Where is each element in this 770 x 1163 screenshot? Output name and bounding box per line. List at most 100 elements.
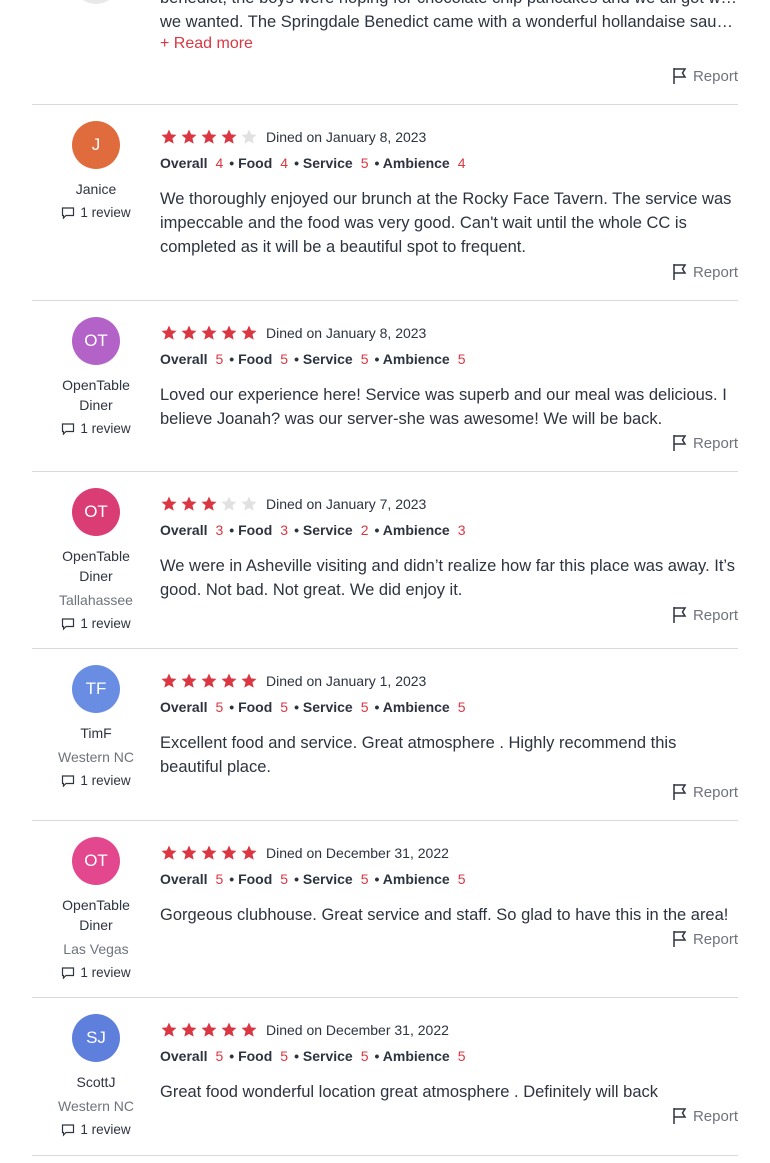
report-button[interactable]: Report — [671, 67, 738, 85]
star-icon — [201, 845, 217, 860]
food-label: Food — [238, 351, 273, 367]
food-label: Food — [238, 522, 273, 538]
review-content: Dined on January 8, 2023 Overall 4 • Food 4 •… — [160, 121, 740, 259]
reviewer-info: J Janice 1 review — [56, 121, 136, 223]
star-rating — [160, 1021, 258, 1039]
report-label: Report — [692, 606, 738, 624]
star-rating — [160, 495, 258, 513]
report-button[interactable]: Report — [671, 263, 738, 281]
review-text: Gorgeous clubhouse. Great service and st… — [160, 906, 729, 924]
star-icon — [221, 845, 237, 860]
flag-icon — [673, 264, 687, 280]
service-value: 5 — [360, 1048, 369, 1064]
comment-icon — [62, 775, 75, 788]
service-label: Service — [302, 1048, 353, 1064]
food-label: Food — [238, 699, 273, 715]
star-icon — [181, 1022, 197, 1037]
overall-label: Overall — [160, 1048, 208, 1064]
stars-row: Dined on January 8, 2023 — [160, 322, 740, 344]
review-text-line: benedict, the boys were hoping for choco… — [160, 0, 738, 10]
star-icon — [201, 1022, 217, 1037]
avatar[interactable]: TF — [72, 665, 120, 713]
review-text: Excellent food and service. Great atmosp… — [160, 734, 677, 776]
divider — [32, 820, 738, 821]
report-button[interactable]: Report — [671, 1107, 738, 1125]
reviewer-name[interactable]: ScottJ — [56, 1072, 136, 1092]
divider — [32, 648, 738, 649]
avatar[interactable]: J — [72, 121, 120, 169]
review-count: 1 review — [56, 614, 136, 634]
reviewer-name[interactable]: OpenTable Diner — [56, 375, 136, 415]
reviewer-name-line: OpenTable — [62, 377, 130, 393]
dined-date: Dined on January 8, 2023 — [266, 129, 427, 145]
star-icon — [161, 673, 177, 688]
report-button[interactable]: Report — [671, 434, 738, 452]
report-button[interactable]: Report — [671, 930, 738, 948]
reviewer-name-line: OpenTable — [62, 548, 130, 564]
overall-label: Overall — [160, 155, 208, 171]
stars-row: Dined on January 8, 2023 — [160, 126, 740, 148]
divider — [32, 300, 738, 301]
read-more-link[interactable]: + Read more — [160, 35, 253, 53]
star-rating — [160, 324, 258, 342]
reviewer-location: Tallahassee — [59, 592, 133, 608]
star-icon — [161, 845, 177, 860]
ambience-value: 5 — [457, 699, 466, 715]
ambience-value: 5 — [457, 351, 466, 367]
divider — [32, 471, 738, 472]
review-content: Dined on January 8, 2023 Overall 5 • Food 5 •… — [160, 317, 740, 431]
food-value: 3 — [280, 522, 289, 538]
reviewer-name[interactable]: OpenTable Diner — [56, 895, 136, 935]
reviewer-location: Western NC — [58, 1098, 134, 1114]
review-count: 1 review — [56, 771, 136, 791]
report-label: Report — [692, 1107, 738, 1125]
star-icon — [221, 325, 237, 340]
rating-breakdown: Overall 5 • Food 5 • Service 5 • Ambience 5 — [160, 699, 466, 715]
review-content: Dined on January 1, 2023 Overall 5 • Food 5 •… — [160, 665, 740, 779]
reviewer-name[interactable]: TimF — [56, 723, 136, 743]
overall-value: 5 — [215, 351, 224, 367]
report-label: Report — [692, 783, 738, 801]
food-label: Food — [238, 871, 273, 887]
comment-icon — [62, 618, 75, 631]
review-count: 1 review — [56, 1120, 136, 1140]
report-button[interactable]: Report — [671, 606, 738, 624]
comment-icon — [62, 207, 75, 220]
reviewer-info: OT OpenTable Diner Las Vegas 1 review — [56, 837, 136, 983]
dined-date: Dined on December 31, 2022 — [266, 1022, 449, 1038]
review-content: Dined on January 7, 2023 Overall 3 • Food 3 •… — [160, 488, 740, 602]
dined-date: Dined on January 1, 2023 — [266, 673, 427, 689]
divider — [32, 997, 738, 998]
reviewer-info: OT OpenTable Diner Tallahassee 1 review — [56, 488, 136, 634]
food-label: Food — [238, 1048, 273, 1064]
service-value: 5 — [360, 699, 369, 715]
reviewer-name-line: TimF — [80, 725, 112, 741]
food-value: 5 — [280, 699, 289, 715]
report-button[interactable]: Report — [671, 783, 738, 801]
flag-icon — [673, 607, 687, 623]
star-icon — [241, 1022, 257, 1037]
avatar[interactable]: SJ — [72, 1014, 120, 1062]
review-count: 1 review — [56, 203, 136, 223]
star-icon — [161, 129, 177, 144]
service-label: Service — [302, 351, 353, 367]
stars-row: Dined on December 31, 2022 — [160, 1019, 740, 1041]
review-count-label: 1 review — [80, 1122, 131, 1137]
flag-icon — [673, 1108, 687, 1124]
reviewer-info: SJ ScottJ Western NC 1 review — [56, 1014, 136, 1140]
food-label: Food — [238, 155, 273, 171]
overall-label: Overall — [160, 351, 208, 367]
reviewer-name[interactable]: Janice — [56, 179, 136, 199]
avatar[interactable]: OT — [72, 837, 120, 885]
dined-date: Dined on December 31, 2022 — [266, 845, 449, 861]
reviewer-name[interactable]: OpenTable Diner — [56, 546, 136, 586]
divider — [32, 104, 738, 105]
ambience-label: Ambience — [382, 351, 450, 367]
star-icon — [201, 673, 217, 688]
food-value: 4 — [280, 155, 289, 171]
reviewer-name-line: ScottJ — [76, 1074, 116, 1090]
avatar[interactable]: OT — [72, 488, 120, 536]
review-text: Great food wonderful location great atmo… — [160, 1083, 659, 1101]
avatar[interactable]: OT — [72, 317, 120, 365]
review-text-line: we wanted. The Springdale Benedict came … — [160, 13, 738, 31]
